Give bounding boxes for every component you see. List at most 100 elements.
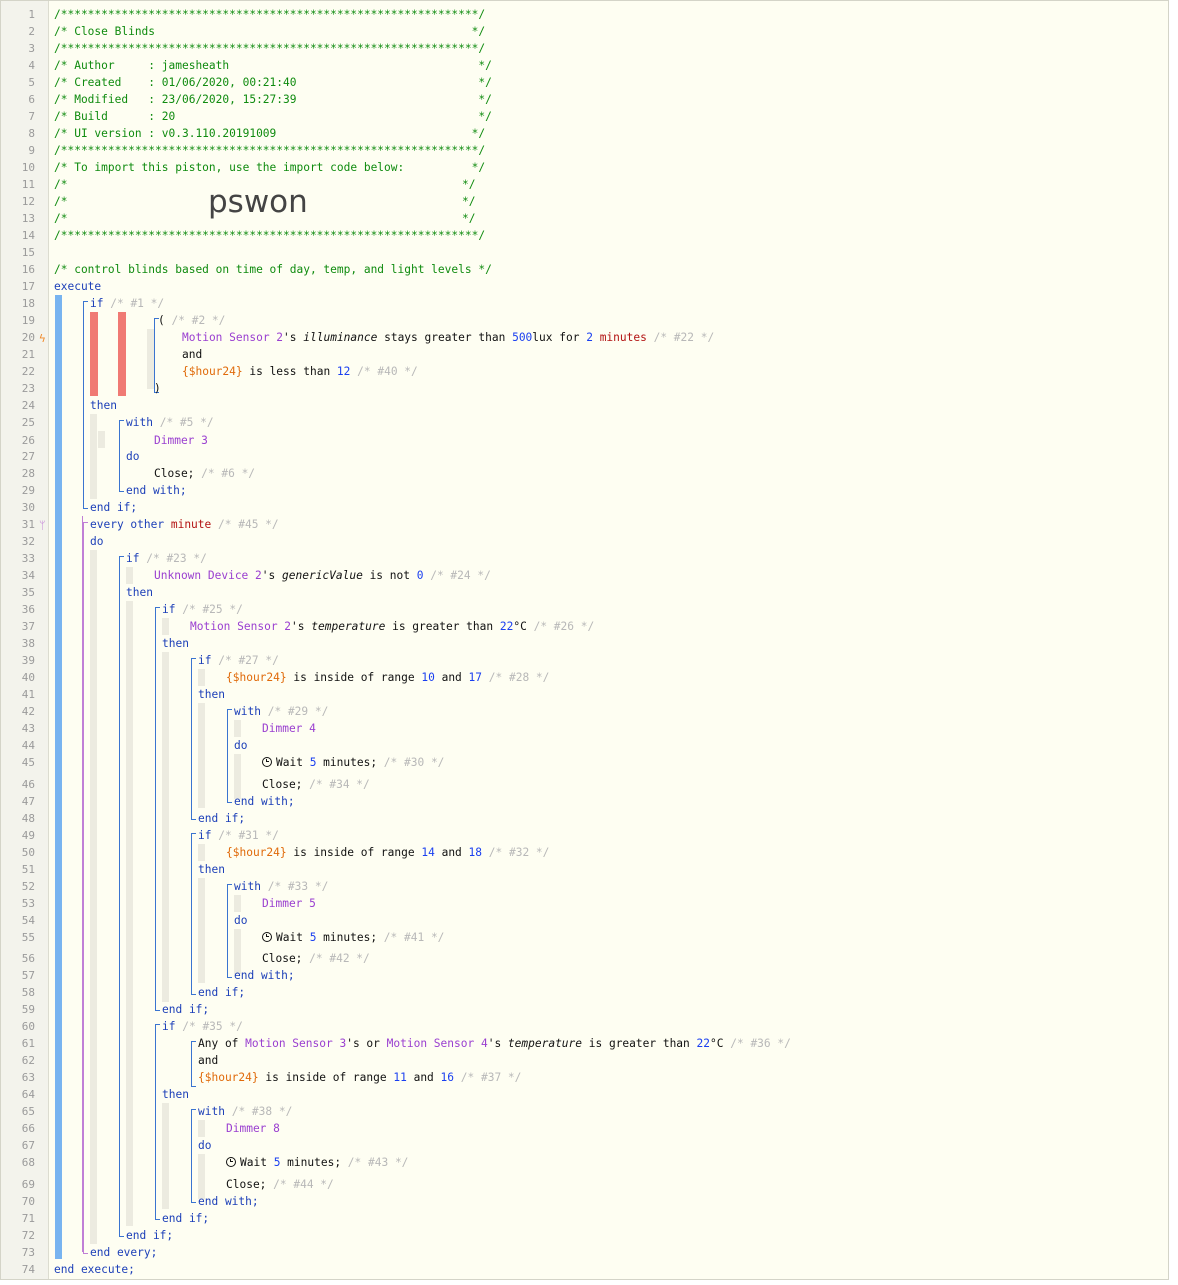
code-text: /***************************************… bbox=[54, 42, 486, 55]
condition-range[interactable]: {$hour24} is inside of range 11 and 16 /… bbox=[198, 1069, 521, 1086]
device-dimmer-3[interactable]: Dimmer 3 bbox=[154, 432, 208, 449]
header-blank: /* bbox=[54, 210, 67, 227]
line-number: 11 bbox=[21, 178, 35, 191]
if-statement[interactable]: if /* #31 */ bbox=[198, 827, 279, 844]
condition-range[interactable]: {$hour24} is inside of range 14 and 18 /… bbox=[226, 844, 549, 861]
condition-group-gutter bbox=[147, 329, 154, 389]
condition-generic-value[interactable]: Unknown Device 2's genericValue is not 0… bbox=[154, 567, 491, 584]
line-number: 49 bbox=[21, 829, 35, 842]
with-statement[interactable]: with /* #33 */ bbox=[234, 878, 328, 895]
do-keyword: do bbox=[198, 1137, 211, 1154]
device-dimmer-4[interactable]: Dimmer 4 bbox=[262, 720, 316, 737]
line-number: 59 bbox=[21, 1003, 35, 1016]
number-value: 17 bbox=[468, 671, 483, 684]
code-text: /* Modified : 23/06/2020, 15:27:39 */ bbox=[54, 93, 492, 106]
operator-and: and bbox=[198, 1052, 218, 1069]
line-number: 40 bbox=[21, 671, 35, 684]
line-number: 45 bbox=[21, 756, 35, 769]
then-keyword: then bbox=[126, 584, 153, 601]
condition-range[interactable]: {$hour24} is inside of range 10 and 17 /… bbox=[226, 669, 549, 686]
do-gutter bbox=[90, 550, 97, 1244]
line-number: 72 bbox=[21, 1229, 35, 1242]
line-number: 18 bbox=[21, 297, 35, 310]
code-text: 's bbox=[283, 331, 304, 344]
close-command[interactable]: Close; /* #42 */ bbox=[262, 950, 370, 967]
with-statement[interactable]: with /* #38 */ bbox=[198, 1103, 292, 1120]
with-statement[interactable]: with /* #5 */ bbox=[126, 414, 214, 431]
piston-editor: 1 2 3 4 5 6 7 8 9 10 11 12 13 14 15 16 17 18 19 20 21 22 23 24 2… bbox=[0, 0, 1169, 1280]
code-text: Wait bbox=[276, 931, 310, 944]
line-number: 8 bbox=[28, 127, 35, 140]
code-text: is inside of range bbox=[258, 1071, 394, 1084]
code-text: Wait bbox=[276, 756, 310, 769]
keyword: end execute; bbox=[54, 1263, 135, 1276]
line-number: 38 bbox=[21, 637, 35, 650]
line-number: 64 bbox=[21, 1088, 35, 1101]
condition-group-open[interactable]: ( /* #2 */ bbox=[158, 312, 225, 329]
if-statement[interactable]: if /* #25 */ bbox=[162, 601, 243, 618]
line-number: 15 bbox=[21, 246, 35, 259]
then-gutter-5 bbox=[198, 878, 205, 983]
end-with: end with; bbox=[126, 482, 187, 499]
line-number: 67 bbox=[21, 1139, 35, 1152]
keyword: end with; bbox=[198, 1195, 259, 1208]
if-bracket-1 bbox=[83, 301, 88, 509]
keyword: if bbox=[90, 297, 104, 310]
close-command[interactable]: Close; /* #44 */ bbox=[226, 1176, 334, 1193]
code-text: /* Close Blinds */ bbox=[54, 25, 486, 38]
every-statement[interactable]: every other minute /* #45 */ bbox=[90, 516, 279, 533]
if-statement[interactable]: if /* #35 */ bbox=[162, 1018, 243, 1035]
if-statement[interactable]: if /* #27 */ bbox=[198, 652, 279, 669]
code-text: /* To import this piston, use the import… bbox=[54, 161, 486, 174]
number-value: 22 bbox=[696, 1037, 711, 1050]
header-blank-end: */ bbox=[462, 176, 475, 193]
keyword: end with; bbox=[126, 484, 187, 497]
execute-keyword: execute bbox=[54, 278, 101, 295]
end-if: end if; bbox=[90, 499, 137, 516]
with-gutter-4 bbox=[198, 1120, 205, 1137]
close-command[interactable]: Close; /* #34 */ bbox=[262, 776, 370, 793]
condition-illuminance[interactable]: Motion Sensor 2's illuminance stays grea… bbox=[182, 329, 714, 346]
statement-id: /* #5 */ bbox=[159, 416, 214, 429]
keyword: if bbox=[198, 654, 212, 667]
line-number: 63 bbox=[21, 1071, 35, 1084]
line-number: 5 bbox=[28, 76, 35, 89]
code-text: /* bbox=[54, 178, 68, 191]
line-number: 46 bbox=[21, 778, 35, 791]
statement-id: /* #24 */ bbox=[430, 569, 491, 582]
keyword: end if; bbox=[90, 501, 138, 514]
number-value: 2 bbox=[586, 331, 593, 344]
line-number: 54 bbox=[21, 914, 35, 927]
wait-command[interactable]: Wait 5 minutes; /* #30 */ bbox=[262, 754, 444, 771]
condition-group-close[interactable]: ) bbox=[154, 380, 161, 397]
then-gutter-6 bbox=[162, 1103, 169, 1209]
header-blank-end: */ bbox=[462, 210, 475, 227]
device-dimmer-5[interactable]: Dimmer 5 bbox=[262, 895, 316, 912]
keyword: then bbox=[162, 1088, 189, 1101]
close-command[interactable]: Close; /* #6 */ bbox=[154, 465, 255, 482]
line-number: 17 bbox=[21, 280, 35, 293]
condition-any-temperature[interactable]: Any of Motion Sensor 3's or Motion Senso… bbox=[198, 1035, 791, 1052]
if-statement[interactable]: if /* #1 */ bbox=[90, 295, 164, 312]
line-number: 41 bbox=[21, 688, 35, 701]
if-statement[interactable]: if /* #23 */ bbox=[126, 550, 207, 567]
code-text: Close; bbox=[154, 467, 202, 480]
wait-command[interactable]: Wait 5 minutes; /* #43 */ bbox=[226, 1154, 408, 1171]
code-text: minutes; bbox=[316, 931, 384, 944]
device-dimmer-8[interactable]: Dimmer 8 bbox=[226, 1120, 280, 1137]
condition-hour[interactable]: {$hour24} is less than 12 /* #40 */ bbox=[182, 363, 418, 380]
number-value: 22 bbox=[499, 620, 514, 633]
line-number: 61 bbox=[21, 1037, 35, 1050]
wait-command[interactable]: Wait 5 minutes; /* #41 */ bbox=[262, 929, 444, 946]
code-text: /* bbox=[54, 195, 68, 208]
then-keyword: then bbox=[162, 1086, 189, 1103]
with-statement[interactable]: with /* #29 */ bbox=[234, 703, 328, 720]
line-number: 19 bbox=[21, 314, 35, 327]
keyword: then bbox=[162, 637, 189, 650]
condition-temperature[interactable]: Motion Sensor 2's temperature is greater… bbox=[190, 618, 594, 635]
keyword: end if; bbox=[162, 1003, 210, 1016]
statement-id: /* #45 */ bbox=[218, 518, 279, 531]
trigger-bolt-icon: ϟ bbox=[39, 332, 46, 345]
